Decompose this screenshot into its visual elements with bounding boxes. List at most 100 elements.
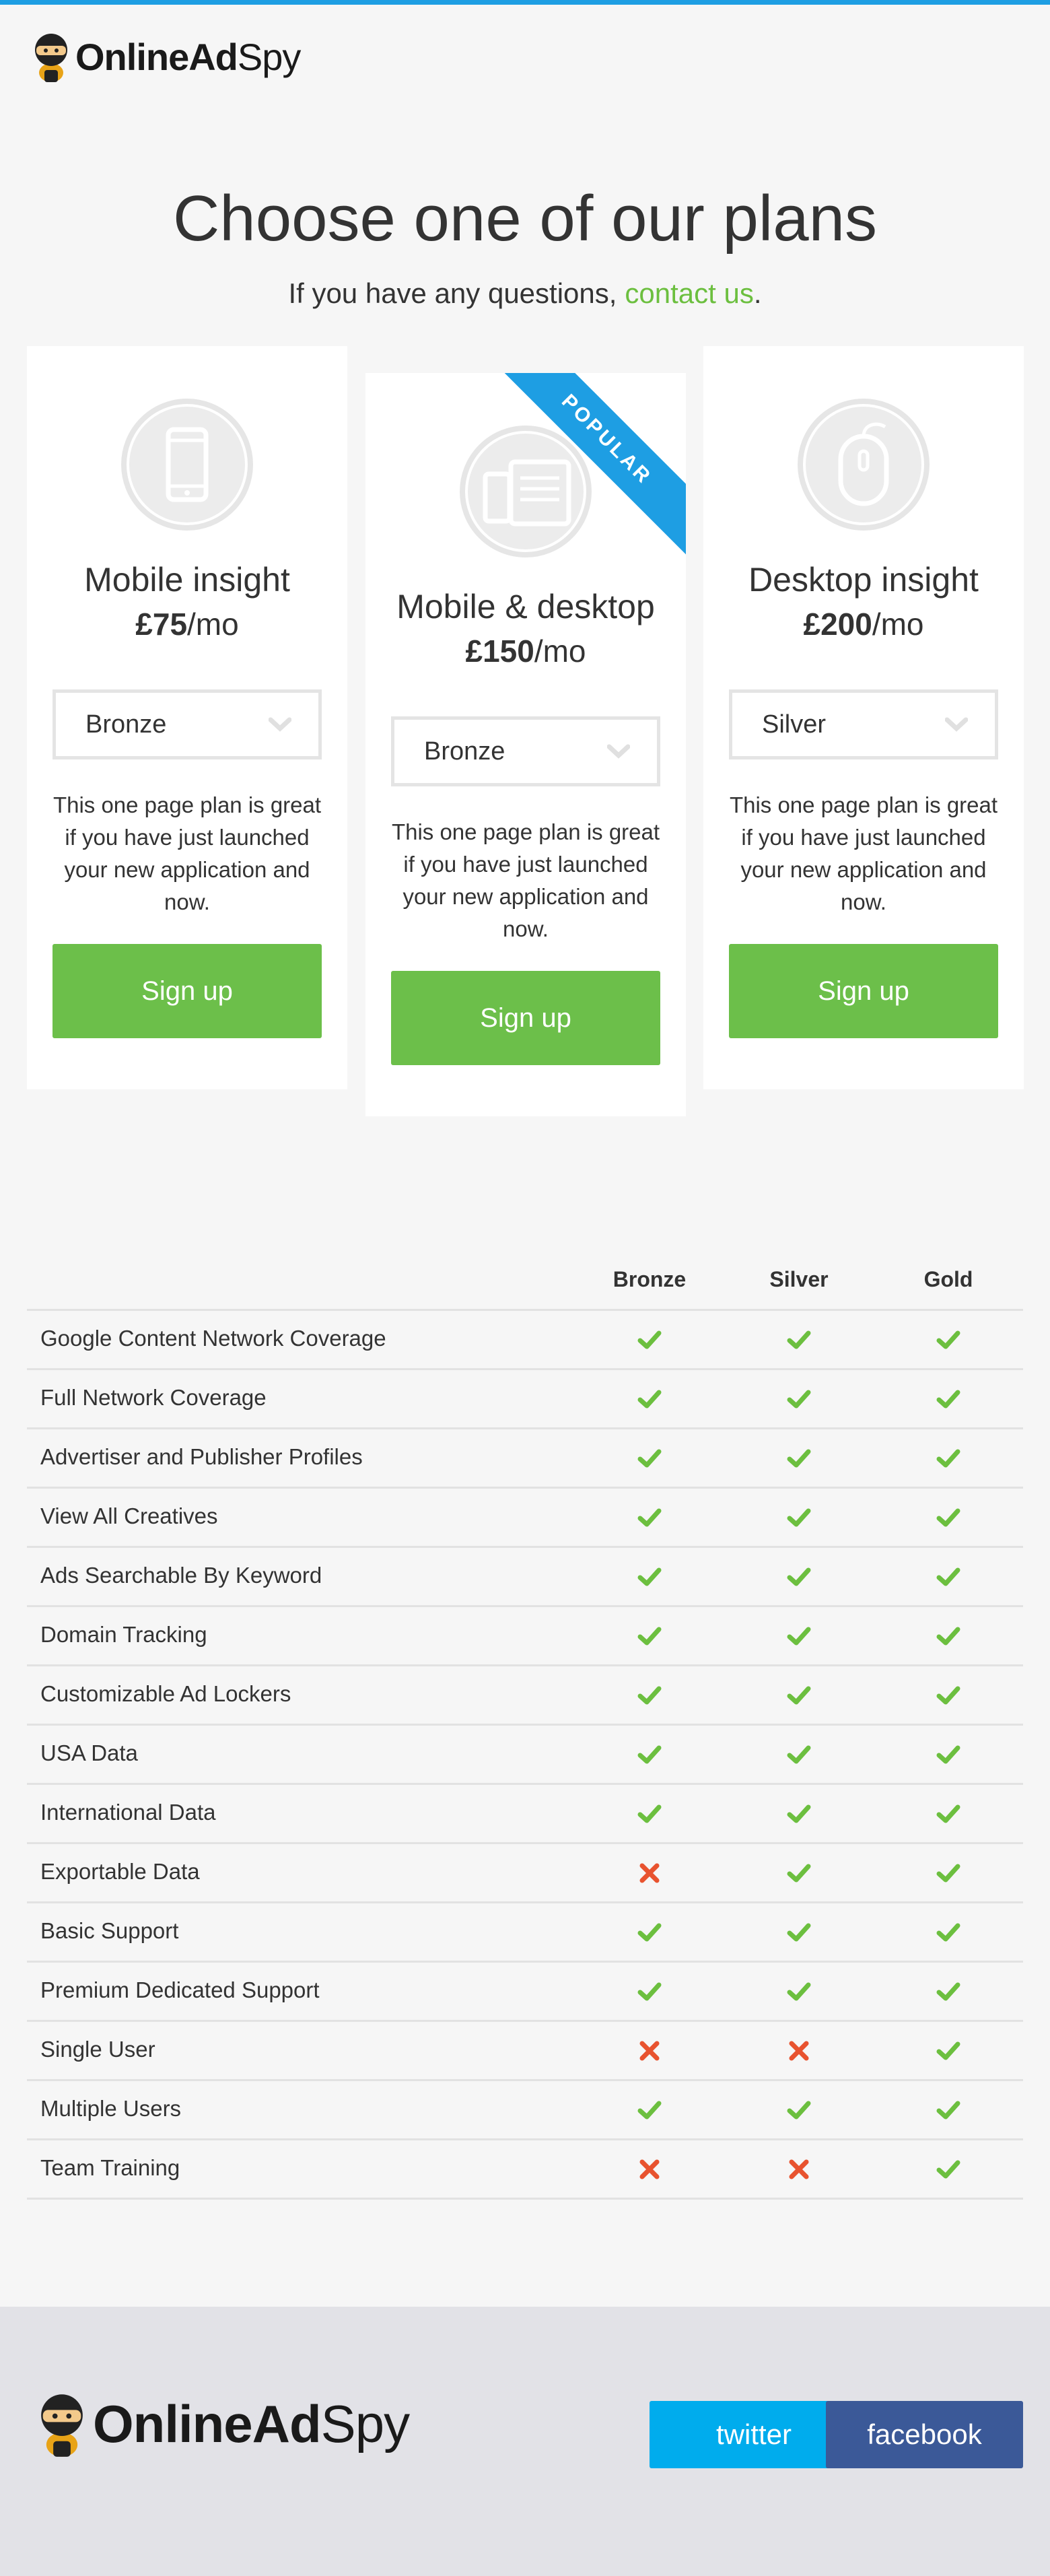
plan-description: This one page plan is great if you have …	[391, 819, 660, 941]
table-row: Single User	[27, 2022, 1023, 2081]
price-amount: £75	[135, 607, 188, 642]
check-icon	[881, 1323, 1016, 1357]
check-icon	[881, 1856, 1016, 1890]
cross-icon	[582, 1856, 717, 1890]
feature-label: Premium Dedicated Support	[40, 1977, 320, 2002]
check-icon	[582, 1619, 717, 1653]
mobile-desktop-icon	[460, 426, 592, 557]
facebook-button[interactable]: facebook	[826, 2401, 1023, 2468]
check-icon	[881, 1679, 1016, 1712]
check-icon	[582, 1738, 717, 1771]
column-header-silver: Silver	[769, 1267, 829, 1291]
table-body: Google Content Network Coverage Full Netw…	[27, 1311, 1023, 2200]
check-icon	[732, 1382, 866, 1416]
check-icon	[582, 1501, 717, 1534]
feature-label: Domain Tracking	[40, 1622, 207, 1647]
logo-text-bold: OnlineAd	[75, 35, 238, 78]
table-row: Google Content Network Coverage	[27, 1311, 1023, 1370]
check-icon	[881, 1975, 1016, 2008]
sign-up-button[interactable]: Sign up	[391, 971, 660, 1065]
chevron-down-icon	[269, 717, 291, 732]
check-icon	[582, 1382, 717, 1416]
tier-select-value: Silver	[762, 710, 827, 739]
check-icon	[732, 1797, 866, 1831]
check-icon	[881, 1916, 1016, 1949]
check-icon	[881, 1442, 1016, 1475]
page-subtitle: If you have any questions, contact us.	[0, 277, 1050, 310]
mobile-phone-icon	[121, 399, 253, 531]
contact-us-link[interactable]: contact us	[625, 277, 753, 309]
column-header-bronze: Bronze	[612, 1267, 687, 1291]
tier-select[interactable]: Bronze	[391, 716, 660, 786]
table-row: Ads Searchable By Keyword	[27, 1548, 1023, 1607]
check-icon	[582, 1560, 717, 1594]
sign-up-button[interactable]: Sign up	[729, 944, 998, 1038]
check-icon	[582, 1679, 717, 1712]
plan-description: This one page plan is great if you have …	[53, 792, 322, 914]
mouse-icon	[798, 399, 930, 531]
ninja-mascot-icon	[41, 2394, 83, 2457]
header-logo[interactable]: OnlineAdSpy	[32, 30, 301, 83]
cross-icon	[582, 2153, 717, 2186]
check-icon	[582, 2093, 717, 2127]
check-icon	[582, 1323, 717, 1357]
tier-select-value: Bronze	[85, 710, 167, 739]
check-icon	[732, 1679, 866, 1712]
tier-select-value: Bronze	[424, 737, 505, 766]
table-row: Team Training	[27, 2140, 1023, 2200]
cross-icon	[732, 2153, 866, 2186]
tier-select[interactable]: Silver	[729, 689, 998, 759]
ninja-mascot-icon	[35, 34, 67, 82]
tier-select[interactable]: Bronze	[53, 689, 322, 759]
table-header: Bronze Silver Gold	[27, 1255, 1023, 1311]
column-header-gold: Gold	[923, 1267, 973, 1291]
check-icon	[732, 1442, 866, 1475]
feature-label: View All Creatives	[40, 1503, 218, 1528]
chevron-down-icon	[607, 744, 630, 759]
check-icon	[881, 1797, 1016, 1831]
plan-card-desktop-insight: Desktop insight £200/mo Silver This one …	[703, 346, 1024, 1089]
check-icon	[881, 1501, 1016, 1534]
check-icon	[732, 1738, 866, 1771]
check-icon	[732, 1975, 866, 2008]
plan-price: £200/mo	[703, 606, 1024, 642]
check-icon	[881, 1560, 1016, 1594]
subtitle-text: If you have any questions,	[288, 277, 617, 309]
table-row: Basic Support	[27, 1903, 1023, 1963]
table-row: Advertiser and Publisher Profiles	[27, 1429, 1023, 1489]
cross-icon	[732, 2034, 866, 2068]
plan-card-mobile-insight: Mobile insight £75/mo Bronze This one pa…	[27, 346, 347, 1089]
feature-label: Advertiser and Publisher Profiles	[40, 1444, 363, 1469]
check-icon	[582, 1797, 717, 1831]
check-icon	[881, 1382, 1016, 1416]
feature-label: Exportable Data	[40, 1859, 200, 1884]
feature-label: Team Training	[40, 2155, 180, 2180]
price-period: /mo	[187, 607, 239, 642]
check-icon	[881, 1738, 1016, 1771]
footer-logo[interactable]: OnlineAdSpy	[38, 2389, 410, 2459]
feature-label: Full Network Coverage	[40, 1385, 267, 1410]
check-icon	[732, 1501, 866, 1534]
table-row: Multiple Users	[27, 2081, 1023, 2140]
feature-label: Basic Support	[40, 1918, 179, 1943]
check-icon	[732, 1916, 866, 1949]
top-accent-bar	[0, 0, 1050, 5]
plan-price: £150/mo	[365, 633, 686, 669]
feature-label: Multiple Users	[40, 2096, 182, 2121]
feature-label: USA Data	[40, 1740, 138, 1765]
logo-text-bold: OnlineAd	[93, 2394, 322, 2453]
plan-card-mobile-desktop: POPULAR Mobile & desktop £150/mo Bronze …	[365, 373, 686, 1116]
check-icon	[732, 1323, 866, 1357]
sign-up-button[interactable]: Sign up	[53, 944, 322, 1038]
price-amount: £150	[465, 634, 534, 669]
cross-icon	[582, 2034, 717, 2068]
check-icon	[881, 2093, 1016, 2127]
page-title: Choose one of our plans	[172, 182, 878, 255]
price-amount: £200	[803, 607, 872, 642]
check-icon	[881, 2034, 1016, 2068]
chevron-down-icon	[945, 717, 968, 732]
feature-label: Customizable Ad Lockers	[40, 1681, 291, 1706]
table-row: View All Creatives	[27, 1489, 1023, 1548]
feature-label: International Data	[40, 1800, 216, 1825]
check-icon	[881, 1619, 1016, 1653]
